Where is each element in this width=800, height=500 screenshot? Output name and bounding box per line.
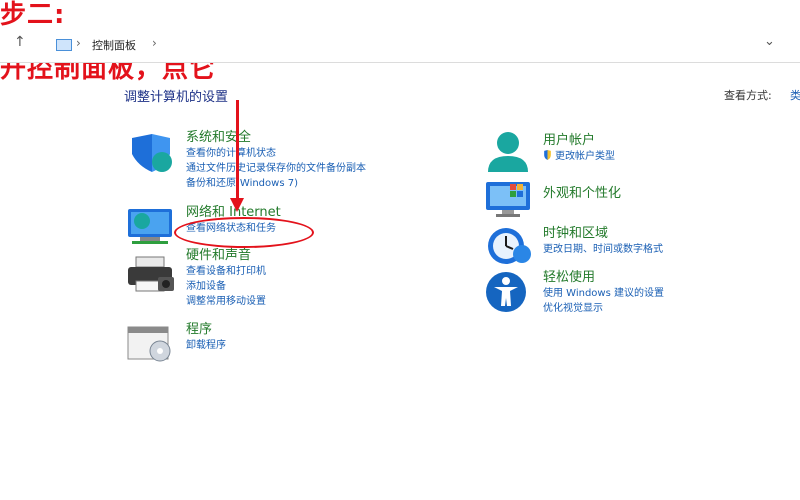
- category-user-accounts: 用户帐户 更改帐户类型: [543, 133, 615, 164]
- link-optimize-display[interactable]: 优化视觉显示: [543, 301, 664, 316]
- link-backup-restore[interactable]: 备份和还原(Windows 7): [186, 176, 366, 191]
- annotation-arrow-head: [230, 198, 244, 212]
- link-file-history[interactable]: 通过文件历史记录保存你的文件备份副本: [186, 161, 366, 176]
- network-icon[interactable]: [126, 205, 176, 245]
- category-title[interactable]: 轻松使用: [543, 270, 664, 286]
- category-title[interactable]: 系统和安全: [186, 130, 366, 146]
- link-uninstall[interactable]: 卸载程序: [186, 338, 226, 353]
- category-system-security: 系统和安全 查看你的计算机状态 通过文件历史记录保存你的文件备份副本 备份和还原…: [186, 130, 366, 191]
- printer-icon[interactable]: [126, 255, 176, 295]
- accessibility-icon[interactable]: [484, 270, 530, 314]
- pc-icon: [56, 39, 72, 51]
- programs-icon[interactable]: [126, 323, 176, 363]
- link-view-status[interactable]: 查看你的计算机状态: [186, 146, 366, 161]
- annotation-arrow: [236, 100, 239, 200]
- shield-icon[interactable]: [126, 132, 176, 176]
- clock-globe-icon[interactable]: [484, 224, 534, 266]
- category-hardware-sound: 硬件和声音 查看设备和打印机 添加设备 调整常用移动设置: [186, 248, 266, 309]
- address-bar: ↑ › 控制面板 › ⌄: [0, 28, 800, 63]
- category-clock-region: 时钟和区域 更改日期、时间或数字格式: [543, 226, 663, 257]
- link-label: 更改帐户类型: [555, 151, 615, 162]
- link-mobility-settings[interactable]: 调整常用移动设置: [186, 294, 266, 309]
- annotation-step: 步二:: [0, 0, 66, 30]
- view-by-label: 查看方式:: [724, 89, 772, 102]
- link-recommended-settings[interactable]: 使用 Windows 建议的设置: [543, 286, 664, 301]
- category-programs: 程序 卸载程序: [186, 322, 226, 353]
- category-appearance: 外观和个性化: [543, 186, 621, 202]
- category-title[interactable]: 硬件和声音: [186, 248, 266, 264]
- category-ease-of-access: 轻松使用 使用 Windows 建议的设置 优化视觉显示: [543, 270, 664, 316]
- category-title[interactable]: 用户帐户: [543, 133, 615, 149]
- link-change-account-type[interactable]: 更改帐户类型: [543, 149, 615, 164]
- uac-shield-icon: [544, 150, 551, 160]
- link-date-time-format[interactable]: 更改日期、时间或数字格式: [543, 242, 663, 257]
- category-title[interactable]: 时钟和区域: [543, 226, 663, 242]
- page-title: 调整计算机的设置: [124, 90, 229, 105]
- arrow-up-icon[interactable]: ↑: [14, 34, 26, 50]
- user-icon[interactable]: [484, 130, 532, 174]
- breadcrumb-control-panel[interactable]: 控制面板: [92, 37, 136, 53]
- link-devices-printers[interactable]: 查看设备和打印机: [186, 264, 266, 279]
- chevron-down-icon[interactable]: ⌄: [764, 34, 775, 49]
- view-by-dropdown[interactable]: 类: [790, 87, 800, 103]
- chevron-right-icon[interactable]: ›: [152, 36, 157, 50]
- link-add-device[interactable]: 添加设备: [186, 279, 266, 294]
- appearance-icon[interactable]: [484, 180, 534, 218]
- chevron-right-icon[interactable]: ›: [76, 36, 81, 50]
- annotation-highlight-ring: [174, 217, 314, 248]
- category-title[interactable]: 外观和个性化: [543, 186, 621, 202]
- category-title[interactable]: 程序: [186, 322, 226, 338]
